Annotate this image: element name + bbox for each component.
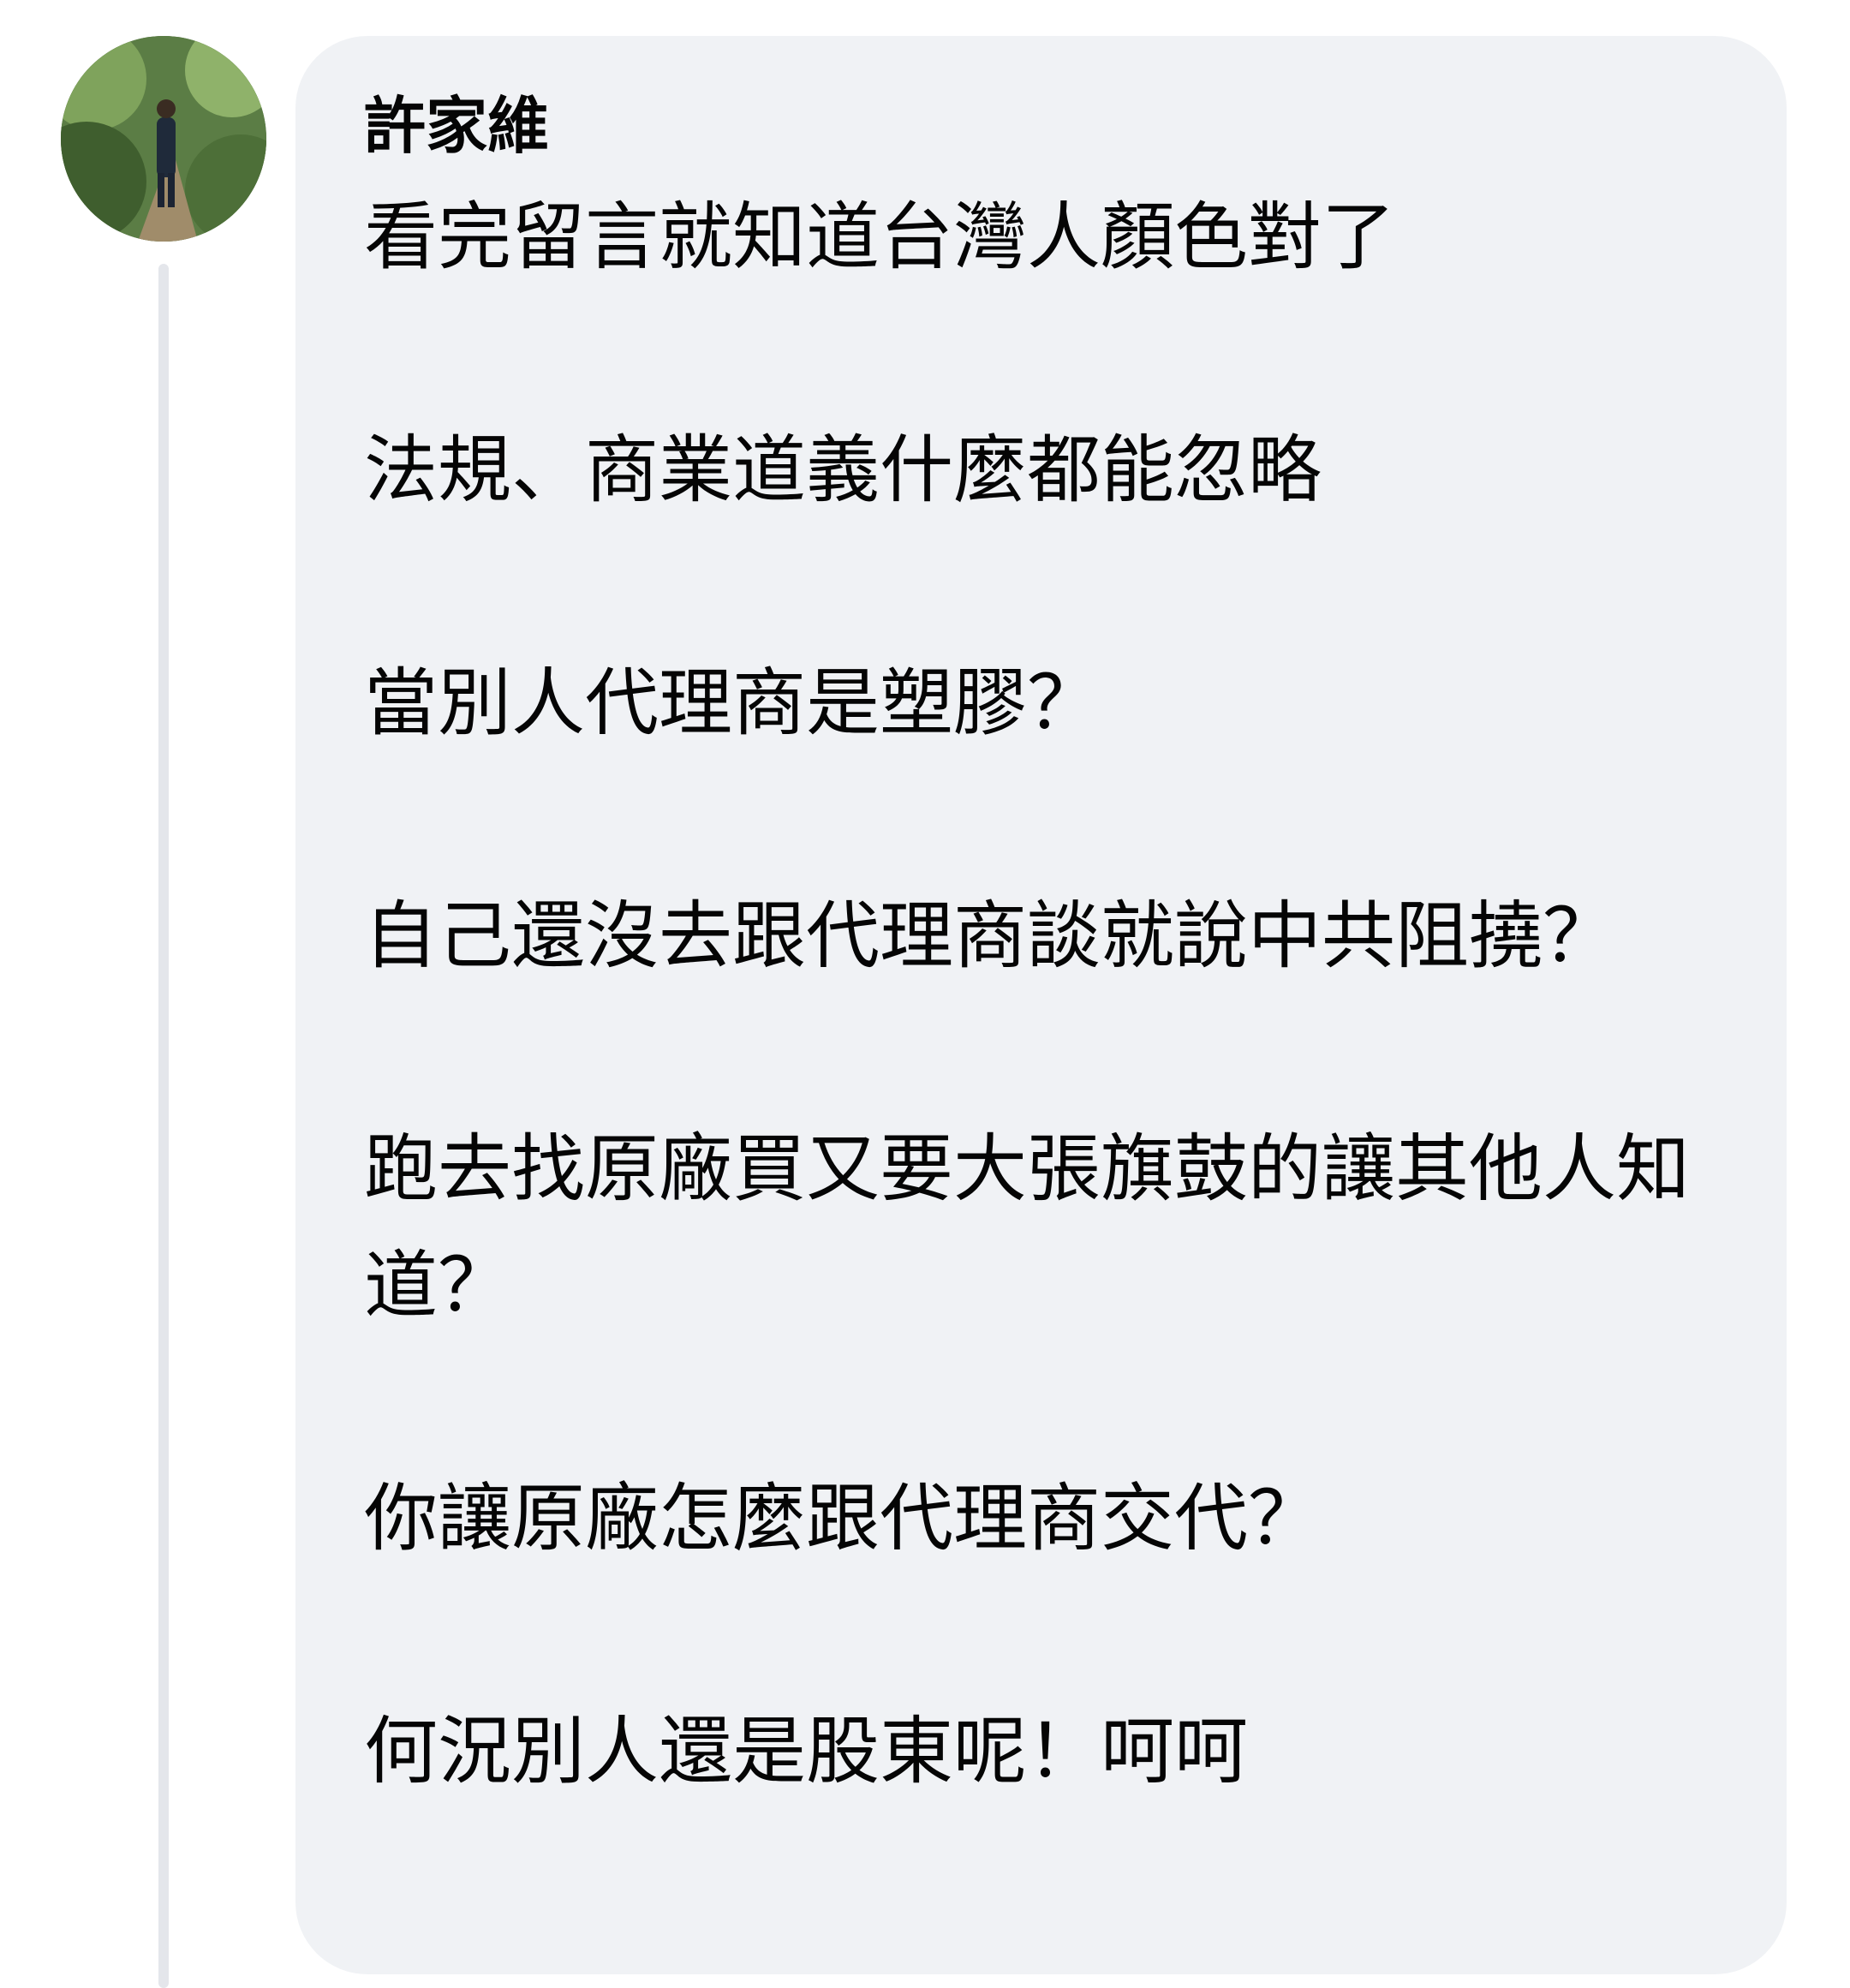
avatar-photo-icon xyxy=(61,36,266,242)
avatar[interactable] xyxy=(61,36,266,242)
comment-bubble: 許家維 看完留言就知道台灣人顏色對了 法規、商業道義什麼都能忽略 當別人代理商是… xyxy=(295,36,1787,1974)
reply-thread-line xyxy=(158,264,169,1988)
comment-paragraph: 何況別人還是股東呢！呵呵 xyxy=(364,1709,1248,1794)
comment-paragraph: 當別人代理商是塑膠？ xyxy=(364,660,1101,746)
comment-paragraph: 看完留言就知道台灣人顏色對了 xyxy=(364,194,1395,280)
comment-author-name[interactable]: 許家維 xyxy=(364,83,1718,169)
comment-paragraph: 跑去找原廠買又要大張旗鼓的讓其他人知道？ xyxy=(364,1126,1690,1328)
comment-paragraph: 法規、商業道義什麼都能忽略 xyxy=(364,427,1322,513)
comment-text: 看完留言就知道台灣人顏色對了 法規、商業道義什麼都能忽略 當別人代理商是塑膠？ … xyxy=(364,179,1700,1810)
comment-paragraph: 自己還沒去跟代理商談就說中共阻撓？ xyxy=(364,893,1616,979)
comment-paragraph: 你讓原廠怎麼跟代理商交代？ xyxy=(364,1476,1322,1561)
